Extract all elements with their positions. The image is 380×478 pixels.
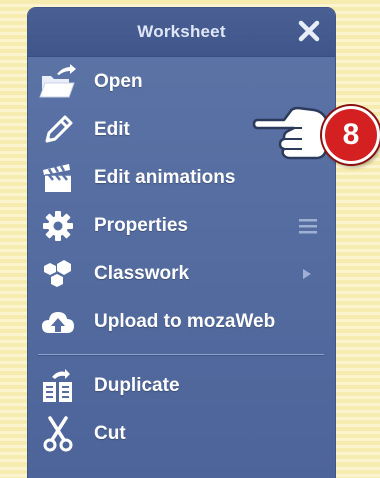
menu-item-duplicate[interactable]: Duplicate [38,366,328,406]
menu-item-classwork[interactable]: Classwork [38,254,328,294]
menu-item-label: Properties [94,215,188,236]
tutorial-callout: 8 [250,98,380,178]
clapperboard-icon [38,158,78,198]
submenu-arrow-icon [302,267,312,285]
hamburger-menu-icon[interactable] [298,217,318,240]
menu-item-cut[interactable]: Cut [38,414,328,454]
menu-item-properties[interactable]: Properties [38,206,328,246]
duplicate-icon [38,366,78,406]
menu-item-label: Upload to mozaWeb [94,311,276,332]
folder-open-icon [38,62,78,102]
panel-title: Worksheet [137,22,226,41]
menu-item-label: Classwork [94,263,190,284]
cloud-upload-icon [38,302,78,342]
menu-item-label: Edit animations [94,167,236,188]
step-number: 8 [342,118,360,151]
panel-header: Worksheet [28,8,335,57]
close-icon[interactable] [297,19,321,43]
menu-item-open[interactable]: Open [38,62,328,102]
menu-item-label: Duplicate [94,375,180,396]
scissors-icon [38,414,78,454]
menu-item-label: Cut [94,423,126,444]
gear-icon [38,206,78,246]
menu-item-label: Open [94,71,143,92]
menu-separator [38,354,324,355]
step-badge: 8 [322,106,380,164]
hexagons-icon [38,254,78,294]
worksheet-panel: Worksheet Open Edit Edit animations Prop… [28,8,335,478]
pencil-icon [38,110,78,150]
menu-item-upload[interactable]: Upload to mozaWeb [38,302,328,342]
menu-item-label: Edit [94,119,130,140]
